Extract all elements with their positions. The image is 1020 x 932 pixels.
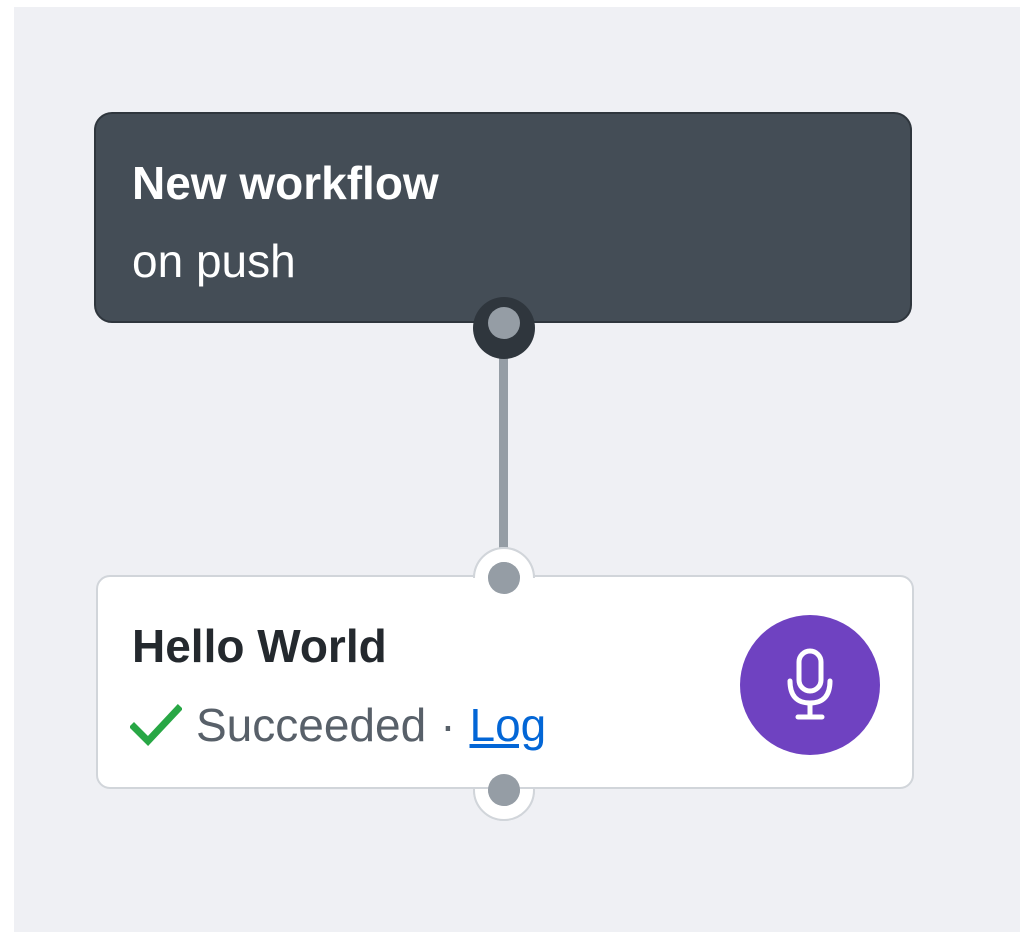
input-port-dot	[488, 562, 520, 594]
workflow-canvas[interactable]: New workflow on push Hello World Succeed…	[14, 7, 1020, 932]
check-icon	[130, 704, 182, 747]
connector-line	[499, 337, 508, 552]
action-avatar	[740, 615, 880, 755]
microphone-icon	[787, 648, 833, 720]
port-dot	[488, 307, 520, 339]
trigger-subtitle: on push	[132, 235, 296, 287]
status-row: Succeeded · Log	[130, 697, 546, 753]
trigger-node[interactable]: New workflow on push	[94, 112, 912, 323]
status-separator: ·	[440, 699, 456, 751]
trigger-output-port[interactable]	[473, 297, 535, 359]
action-title: Hello World	[132, 620, 387, 672]
trigger-title: New workflow	[132, 157, 439, 209]
action-node[interactable]: Hello World Succeeded · Log	[96, 575, 914, 789]
log-link[interactable]: Log	[470, 698, 547, 752]
status-text: Succeeded	[196, 699, 427, 751]
output-port-dot	[488, 774, 520, 806]
